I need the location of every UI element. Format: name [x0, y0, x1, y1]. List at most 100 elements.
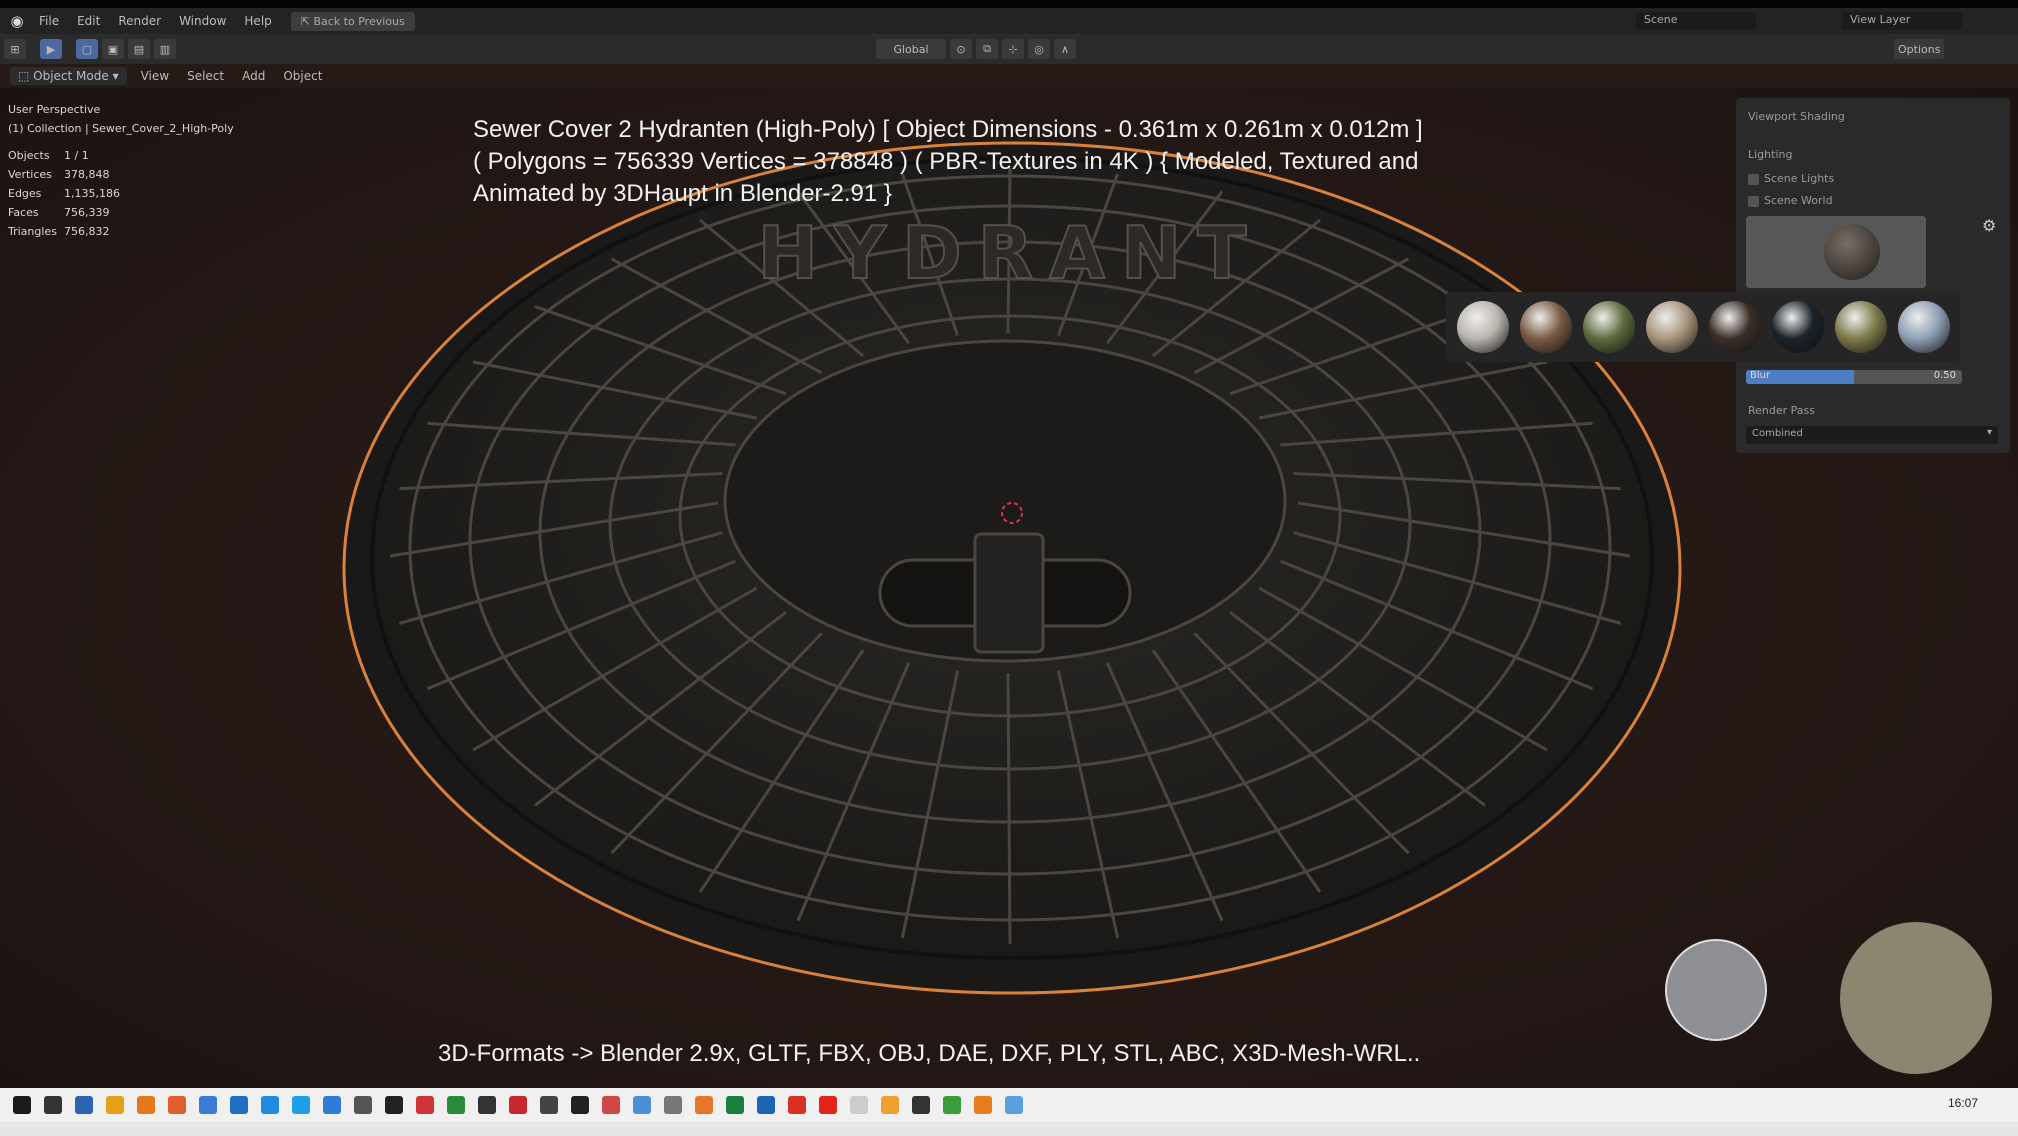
taskbar-app-16-icon[interactable]: [478, 1096, 496, 1114]
taskbar-app-2-icon[interactable]: [44, 1096, 62, 1114]
taskbar-app-20-icon[interactable]: [602, 1096, 620, 1114]
scene-label: Scene: [1644, 13, 1678, 26]
render-pass-label: Render Pass: [1748, 404, 1815, 417]
select-mode-new-button[interactable]: ▢: [76, 39, 98, 59]
hdri-option-4-icon[interactable]: [1646, 301, 1698, 353]
system-tray-clock[interactable]: 16:07: [1948, 1096, 1978, 1110]
stat-row-triangles: Triangles 756,832: [8, 225, 110, 238]
taskbar-app-11-icon[interactable]: [323, 1096, 341, 1114]
render-pass-value: Combined: [1752, 428, 1803, 439]
taskbar-app-10-icon[interactable]: [292, 1096, 310, 1114]
video-overlay-formats: 3D-Formats -> Blender 2.9x, GLTF, FBX, O…: [438, 1040, 1421, 1067]
scene-lights-checkbox-box[interactable]: [1748, 173, 1759, 185]
select-tool-button[interactable]: ▶: [40, 39, 62, 59]
scene-world-checkbox-box[interactable]: [1748, 195, 1759, 207]
viewport-header: ⬚ Object Mode ▾ View Select Add Object: [0, 64, 2018, 88]
hdri-option-2-icon[interactable]: [1520, 301, 1572, 353]
proportional-edit-icon[interactable]: ◎: [1028, 39, 1050, 59]
lighting-heading: Lighting: [1748, 148, 1793, 161]
taskbar-app-9-icon[interactable]: [261, 1096, 279, 1114]
scene-lights-checkbox[interactable]: Scene Lights: [1748, 172, 1834, 185]
taskbar-app-23-icon[interactable]: [695, 1096, 713, 1114]
taskbar-app-6-icon[interactable]: [168, 1096, 186, 1114]
editor-type-button[interactable]: ⊞: [4, 39, 26, 59]
taskbar-app-24-icon[interactable]: [726, 1096, 744, 1114]
back-to-previous-button[interactable]: ⇱ Back to Previous: [290, 11, 415, 31]
taskbar-app-12-icon[interactable]: [354, 1096, 372, 1114]
menu-edit[interactable]: Edit: [68, 14, 109, 28]
render-pass-dropdown[interactable]: Combined ▾: [1746, 426, 1998, 444]
hdri-option-3-icon[interactable]: [1583, 301, 1635, 353]
overlay-title-line-3: Animated by 3DHaupt in Blender-2.91 }: [473, 180, 892, 207]
menu-help[interactable]: Help: [235, 14, 280, 28]
taskbar-app-1-icon[interactable]: [13, 1096, 31, 1114]
select-mode-invert-button[interactable]: ▥: [154, 39, 176, 59]
snap-target-icon[interactable]: ⊹: [1002, 39, 1024, 59]
options-button[interactable]: Options: [1894, 39, 1945, 59]
taskbar-app-14-icon[interactable]: [416, 1096, 434, 1114]
hdri-option-5-icon[interactable]: [1709, 301, 1761, 353]
menu-window[interactable]: Window: [170, 14, 235, 28]
taskbar-app-33-icon[interactable]: [1005, 1096, 1023, 1114]
taskbar-app-21-icon[interactable]: [633, 1096, 651, 1114]
hdri-option-8-icon[interactable]: [1898, 301, 1950, 353]
blur-slider[interactable]: Blur 0.50: [1746, 370, 1962, 384]
hdri-option-7-icon[interactable]: [1835, 301, 1887, 353]
taskbar-app-13-icon[interactable]: [385, 1096, 403, 1114]
gear-icon[interactable]: ⚙: [1982, 216, 1996, 235]
taskbar-app-18-icon[interactable]: [540, 1096, 558, 1114]
menu-select[interactable]: Select: [183, 67, 228, 85]
menu-object[interactable]: Object: [279, 67, 326, 85]
taskbar-app-32-icon[interactable]: [974, 1096, 992, 1114]
menu-add[interactable]: Add: [238, 67, 269, 85]
taskbar-app-8-icon[interactable]: [230, 1096, 248, 1114]
options-label: Options: [1898, 42, 1941, 56]
taskbar-app-19-icon[interactable]: [571, 1096, 589, 1114]
select-mode-subtract-button[interactable]: ▤: [128, 39, 150, 59]
scene-world-label: Scene World: [1764, 194, 1833, 207]
taskbar-app-29-icon[interactable]: [881, 1096, 899, 1114]
menu-file[interactable]: File: [30, 14, 68, 28]
video-bottom-strip: [0, 1122, 2018, 1136]
transform-orientation-dropdown[interactable]: Global: [876, 39, 946, 59]
pivot-point-icon[interactable]: ⊙: [950, 39, 972, 59]
stat-row-objects: Objects 1 / 1: [8, 149, 89, 162]
scene-world-checkbox[interactable]: Scene World: [1748, 194, 1833, 207]
window-top-border: [0, 0, 2018, 8]
taskbar-app-5-icon[interactable]: [137, 1096, 155, 1114]
viewport-statistics: User Perspective (1) Collection | Sewer_…: [8, 100, 234, 241]
taskbar-app-7-icon[interactable]: [199, 1096, 217, 1114]
taskbar-app-15-icon[interactable]: [447, 1096, 465, 1114]
taskbar-app-31-icon[interactable]: [943, 1096, 961, 1114]
taskbar-app-25-icon[interactable]: [757, 1096, 775, 1114]
taskbar-app-3-icon[interactable]: [75, 1096, 93, 1114]
taskbar-app-30-icon[interactable]: [912, 1096, 930, 1114]
hdri-selector-button[interactable]: [1746, 216, 1926, 288]
snap-icon[interactable]: ⧉: [976, 39, 998, 59]
viewport-shading-popover: Viewport Shading Lighting Scene Lights S…: [1736, 98, 2010, 453]
blender-logo-icon[interactable]: ◉: [4, 12, 30, 30]
taskbar-app-28-icon[interactable]: [850, 1096, 868, 1114]
scene-selector[interactable]: Scene: [1636, 12, 1756, 30]
stat-row-edges: Edges 1,135,186: [8, 187, 120, 200]
blur-value: 0.50: [1933, 370, 1956, 381]
3d-viewport[interactable]: HYDRANT: [0, 88, 2018, 1088]
taskbar-app-4-icon[interactable]: [106, 1096, 124, 1114]
taskbar-app-27-icon[interactable]: [819, 1096, 837, 1114]
taskbar-app-22-icon[interactable]: [664, 1096, 682, 1114]
menu-render[interactable]: Render: [109, 14, 170, 28]
menu-view[interactable]: View: [137, 67, 173, 85]
falloff-icon[interactable]: ∧: [1054, 39, 1076, 59]
overlay-title-line-1: Sewer Cover 2 Hydranten (High-Poly) [ Ob…: [473, 116, 1423, 143]
select-mode-extend-button[interactable]: ▣: [102, 39, 124, 59]
hdri-option-1-icon[interactable]: [1457, 301, 1509, 353]
cover-embossed-text: HYDRANT: [758, 211, 1263, 295]
object-mode-dropdown[interactable]: ⬚ Object Mode ▾: [10, 67, 127, 85]
hdri-option-6-icon[interactable]: [1772, 301, 1824, 353]
hdri-thumbnail-icon: [1824, 224, 1880, 280]
windows-taskbar: [0, 1088, 2018, 1122]
taskbar-app-26-icon[interactable]: [788, 1096, 806, 1114]
taskbar-app-17-icon[interactable]: [509, 1096, 527, 1114]
overlay-title-line-2: ( Polygons = 756339 Vertices = 378848 ) …: [473, 148, 1419, 175]
view-layer-selector[interactable]: View Layer: [1842, 12, 1962, 30]
